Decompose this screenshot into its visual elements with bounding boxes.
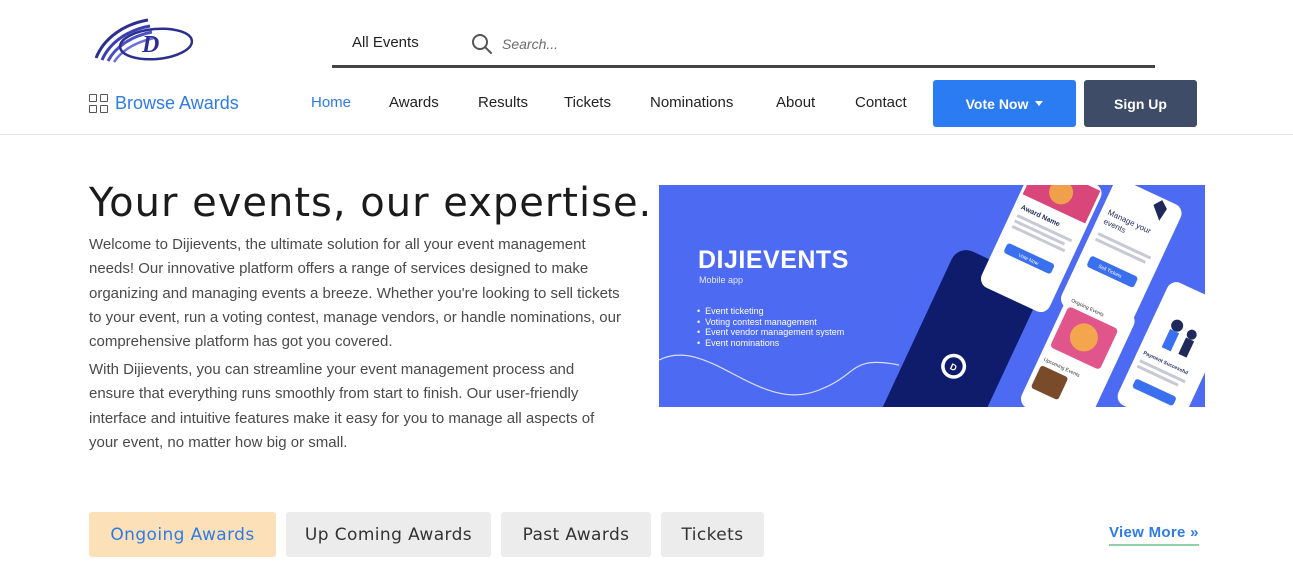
- dijievents-logo[interactable]: D: [90, 14, 200, 70]
- site-header: D All Events Browse Awards Home Awards R…: [0, 0, 1293, 135]
- sign-up-button[interactable]: Sign Up: [1084, 80, 1197, 127]
- mobile-app-banner: D Award Name Vote Now Manage your events…: [659, 185, 1205, 407]
- nav-about[interactable]: About: [776, 94, 815, 111]
- tab-past-awards[interactable]: Past Awards: [501, 512, 651, 557]
- svg-text:D: D: [141, 32, 159, 58]
- vote-now-label: Vote Now: [965, 95, 1029, 112]
- hero-title: Your events, our expertise.: [89, 180, 653, 226]
- nav-nominations[interactable]: Nominations: [650, 94, 733, 111]
- view-more-link[interactable]: View More »: [1109, 524, 1199, 546]
- hero-paragraph-1: Welcome to Dijievents, the ultimate solu…: [89, 236, 621, 351]
- tab-upcoming-awards[interactable]: Up Coming Awards: [286, 512, 491, 557]
- nav-tickets[interactable]: Tickets: [564, 94, 611, 111]
- banner-feature: Event ticketing: [697, 306, 844, 317]
- hero-paragraph-2: With Dijievents, you can streamline your…: [89, 361, 595, 451]
- banner-feature: Voting contest management: [697, 317, 844, 328]
- all-events-filter[interactable]: All Events: [352, 34, 419, 51]
- caret-down-icon: [1035, 101, 1044, 106]
- browse-awards-link[interactable]: Browse Awards: [89, 93, 239, 114]
- nav-contact[interactable]: Contact: [855, 94, 907, 111]
- banner-subtitle: Mobile app: [699, 275, 744, 285]
- search-icon[interactable]: [471, 33, 493, 55]
- nav-results[interactable]: Results: [478, 94, 528, 111]
- banner-artwork: D Award Name Vote Now Manage your events…: [659, 185, 1205, 407]
- tab-tickets[interactable]: Tickets: [661, 512, 764, 557]
- vote-now-button[interactable]: Vote Now: [933, 80, 1076, 127]
- grid-icon: [89, 94, 108, 113]
- banner-title: DIJIEVENTS: [698, 246, 849, 274]
- search-input[interactable]: [502, 31, 1022, 57]
- nav-home[interactable]: Home: [311, 94, 351, 111]
- event-search-bar: All Events: [332, 26, 1155, 68]
- browse-awards-label: Browse Awards: [115, 93, 239, 113]
- nav-awards[interactable]: Awards: [389, 94, 439, 111]
- banner-feature: Event nominations: [697, 338, 844, 349]
- banner-feature: Event vendor management system: [697, 327, 844, 338]
- tab-ongoing-awards[interactable]: Ongoing Awards: [89, 512, 276, 557]
- banner-feature-list: Event ticketing Voting contest managemen…: [697, 306, 844, 348]
